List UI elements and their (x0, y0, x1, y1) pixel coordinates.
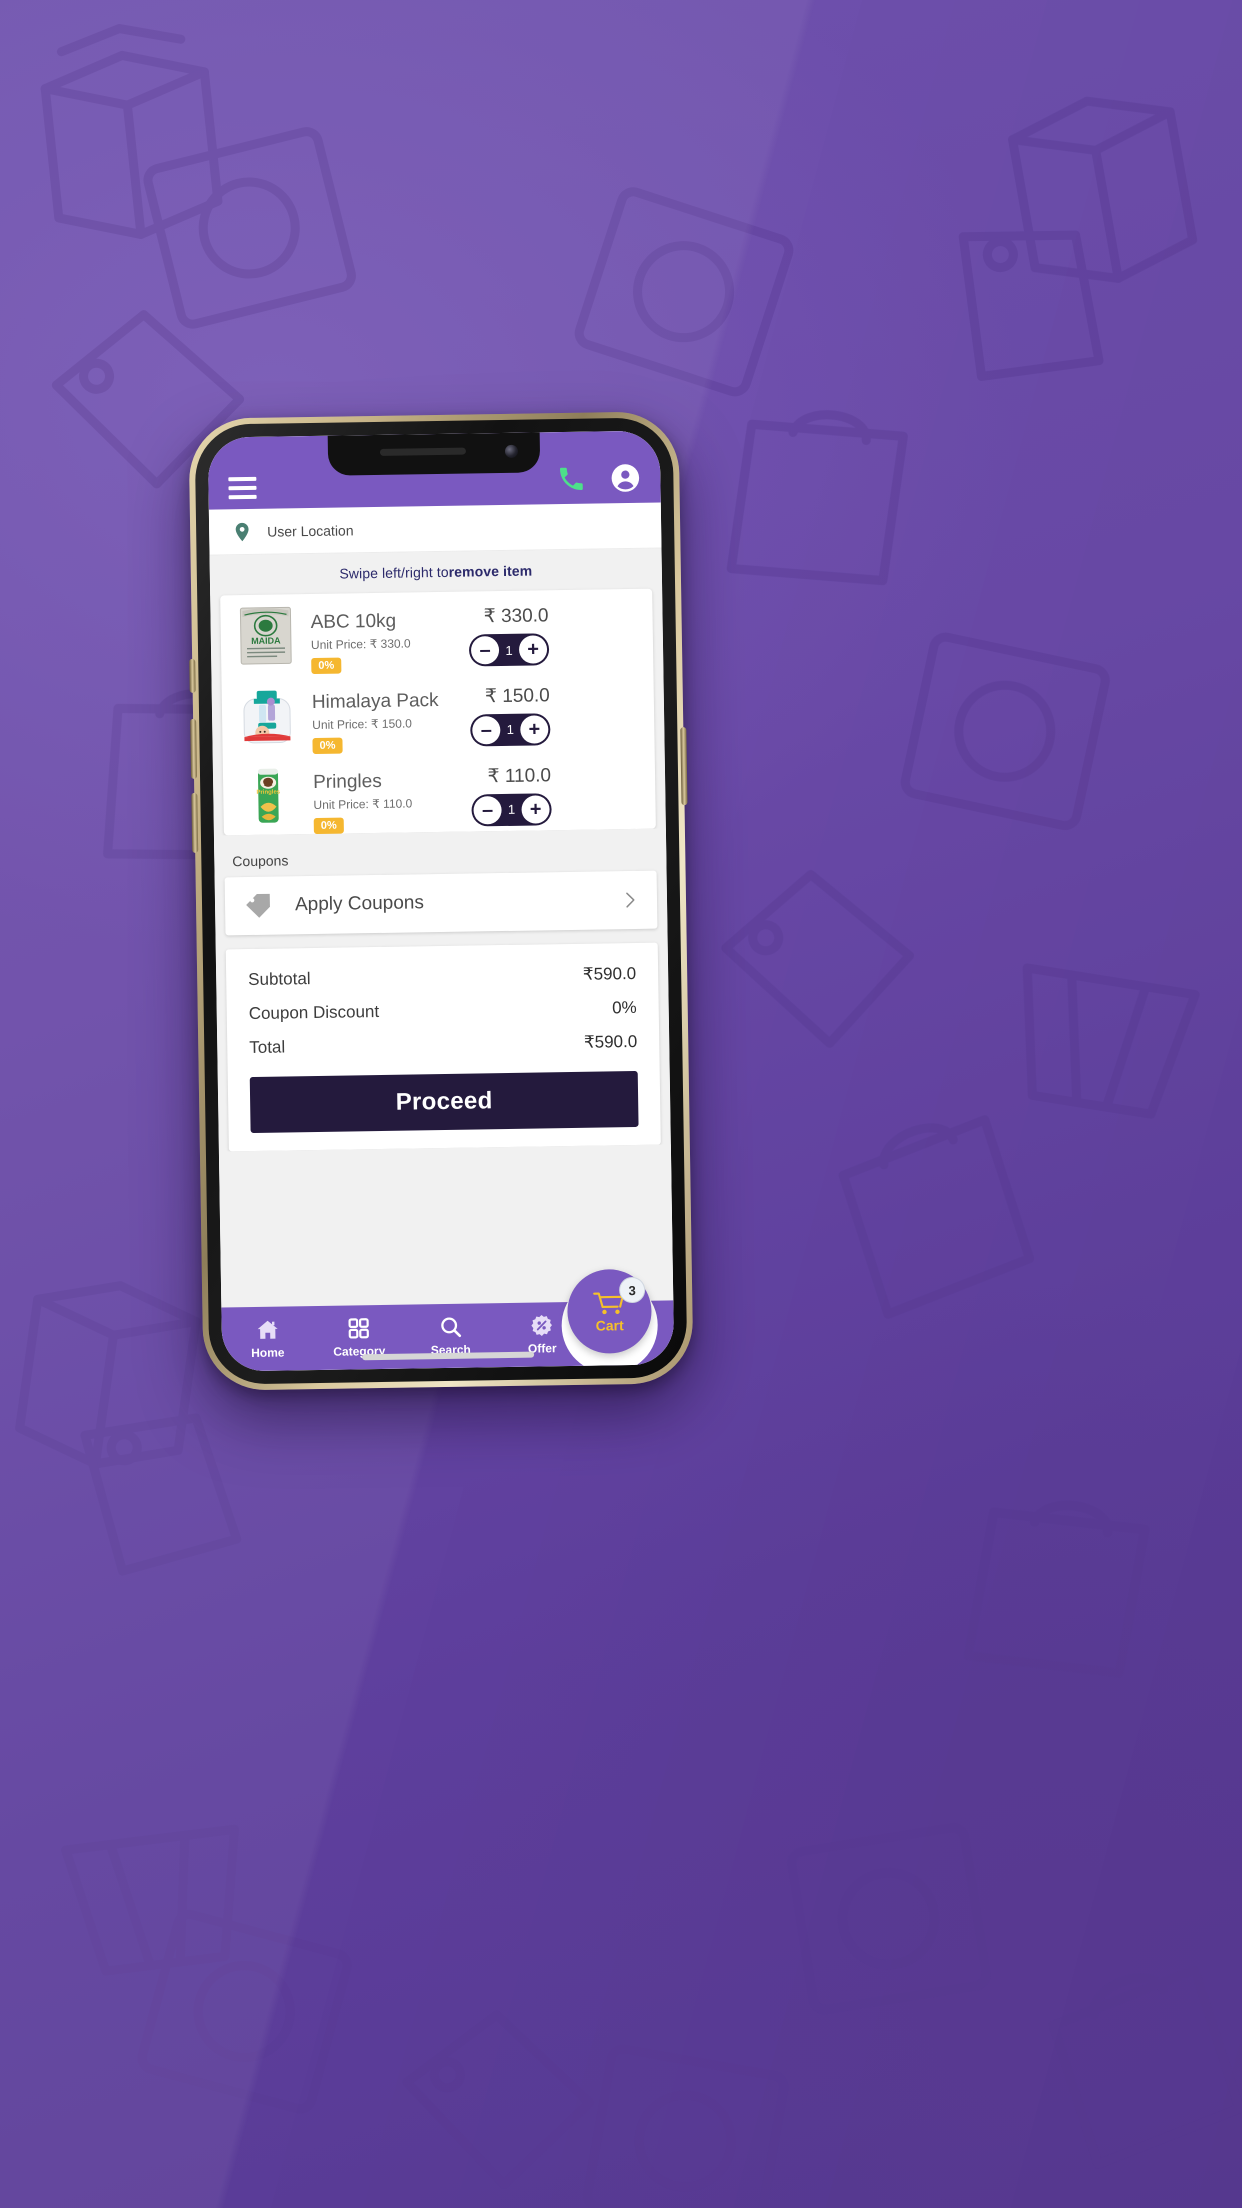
increase-quantity-button[interactable]: + (520, 715, 549, 744)
cart-item-right: ₹ 110.0 – 1 + (471, 760, 552, 827)
swipe-hint-emphasis: remove item (448, 562, 533, 580)
location-pin-icon (235, 522, 249, 541)
cart-badge-count: 3 (628, 1282, 636, 1298)
summary-label: Subtotal (248, 968, 311, 989)
quantity-value: 1 (507, 802, 516, 818)
cart-item-row[interactable]: Himalaya Pack Unit Price: ₹ 150.0 0% ₹ 1… (221, 668, 654, 755)
cart-item-unit-price: Unit Price: ₹ 330.0 (310, 636, 411, 652)
app-bar-actions (556, 463, 640, 494)
nav-item-search[interactable]: Search (405, 1314, 497, 1357)
cart-item-info: Himalaya Pack Unit Price: ₹ 150.0 0% (298, 681, 471, 754)
search-icon (440, 1317, 461, 1338)
summary-row-total: Total ₹590.0 (249, 1024, 637, 1064)
order-summary-card: Subtotal ₹590.0 Coupon Discount 0% Total… (225, 942, 661, 1151)
quantity-stepper[interactable]: – 1 + (470, 713, 551, 747)
summary-value: 0% (611, 997, 637, 1017)
phone-power-button (680, 727, 688, 806)
hamburger-menu-icon[interactable] (228, 476, 257, 500)
cart-item-price: ₹ 150.0 (484, 685, 550, 708)
home-icon (257, 1320, 278, 1339)
pringles-can-image: Pringles (236, 763, 300, 827)
summary-value: ₹590.0 (582, 963, 637, 984)
cart-item-unit-price: Unit Price: ₹ 110.0 (313, 795, 413, 812)
bottom-navigation-bar: Home Category Search Offer Cart 3 (221, 1268, 675, 1372)
cart-item-info: Pringles Unit Price: ₹ 110.0 0% (299, 761, 472, 834)
swipe-hint: Swipe left/right to remove item (209, 548, 663, 596)
decrease-quantity-button[interactable]: – (470, 636, 500, 665)
app-root: User Location Swipe left/right to remove… (207, 430, 675, 1372)
proceed-button[interactable]: Proceed (249, 1070, 639, 1133)
increase-quantity-button[interactable]: + (518, 635, 548, 664)
maida-flour-bag-image: MAIDA (234, 604, 298, 668)
nav-label-home: Home (251, 1345, 285, 1361)
cart-item-info: ABC 10kg Unit Price: ₹ 330.0 0% (296, 602, 469, 675)
front-camera-icon (504, 444, 519, 458)
phone-mockup: User Location Swipe left/right to remove… (188, 411, 694, 1391)
nav-item-home[interactable]: Home (222, 1317, 314, 1360)
cart-fab-label: Cart (595, 1316, 624, 1334)
phone-notch (327, 432, 541, 476)
nav-item-category[interactable]: Category (313, 1316, 405, 1359)
cart-item-name: Pringles (312, 770, 382, 793)
phone-mute-switch (189, 658, 196, 693)
proceed-button-label: Proceed (395, 1086, 493, 1116)
decrease-quantity-button[interactable]: – (472, 715, 501, 745)
phone-call-icon[interactable] (556, 464, 586, 494)
cart-item-name: ABC 10kg (310, 610, 397, 634)
quantity-value: 1 (506, 722, 515, 738)
cart-item-discount-badge: 0% (313, 817, 344, 834)
cart-item-right: ₹ 330.0 – 1 + (468, 600, 550, 667)
price-tag-icon (246, 893, 270, 918)
decrease-quantity-button[interactable]: – (473, 795, 502, 825)
coupons-section-label: Coupons (213, 827, 667, 878)
cart-item-row[interactable]: Pringles Pringles Unit Price: ₹ 110.0 0%… (223, 748, 656, 835)
earpiece-speaker (379, 447, 466, 456)
phone-volume-down-button (191, 792, 199, 853)
cart-item-discount-badge: 0% (311, 657, 342, 674)
phone-volume-up-button (190, 718, 198, 779)
summary-label: Total (249, 1036, 286, 1057)
svg-text:MAIDA: MAIDA (251, 635, 281, 645)
cart-items-card: MAIDA ABC 10kg Unit Price: ₹ 330.0 0% ₹ … (220, 588, 656, 835)
cart-item-price: ₹ 330.0 (483, 605, 549, 628)
cart-item-discount-badge: 0% (312, 737, 343, 754)
cart-item-unit-price: Unit Price: ₹ 150.0 (312, 716, 412, 732)
apply-coupons-label: Apply Coupons (294, 891, 425, 915)
grid-category-icon (348, 1318, 370, 1339)
location-bar[interactable]: User Location (208, 502, 662, 556)
cart-item-right: ₹ 150.0 – 1 + (470, 680, 551, 747)
phone-screen: User Location Swipe left/right to remove… (207, 430, 675, 1372)
quantity-stepper[interactable]: – 1 + (468, 633, 550, 667)
increase-quantity-button[interactable]: + (521, 794, 550, 824)
chevron-right-icon (626, 892, 635, 908)
cart-item-row[interactable]: MAIDA ABC 10kg Unit Price: ₹ 330.0 0% ₹ … (220, 589, 653, 676)
cart-badge: 3 (618, 1276, 646, 1304)
quantity-stepper[interactable]: – 1 + (471, 792, 552, 827)
cart-item-name: Himalaya Pack (311, 689, 439, 713)
summary-label: Coupon Discount (248, 1001, 380, 1023)
swipe-hint-prefix: Swipe left/right to (339, 563, 449, 582)
svg-text:Pringles: Pringles (256, 789, 280, 795)
summary-value: ₹590.0 (583, 1031, 638, 1052)
quantity-value: 1 (505, 642, 513, 658)
offer-badge-percent-icon (531, 1314, 553, 1336)
himalaya-baby-pack-image (235, 684, 299, 748)
account-circle-icon[interactable] (610, 463, 640, 493)
location-text: User Location (267, 521, 354, 540)
cart-item-price: ₹ 110.0 (487, 764, 552, 787)
apply-coupons-button[interactable]: Apply Coupons (224, 870, 658, 935)
